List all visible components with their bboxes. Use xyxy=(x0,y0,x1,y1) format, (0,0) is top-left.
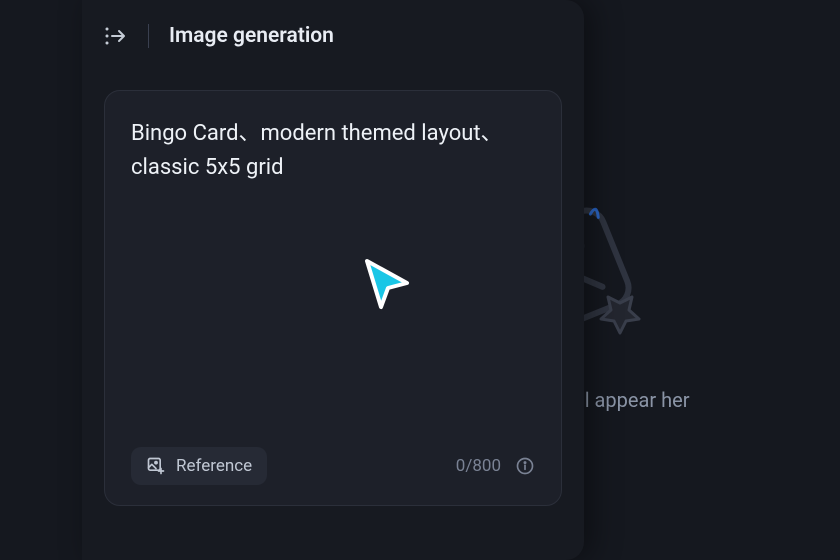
header-divider xyxy=(148,24,149,48)
generation-panel: Image generation Bingo Card、modern theme… xyxy=(82,0,584,560)
panel-header: Image generation xyxy=(82,0,584,66)
prompt-text[interactable]: Bingo Card、modern themed layout、classic … xyxy=(131,117,535,185)
info-icon[interactable] xyxy=(515,456,535,476)
image-add-icon xyxy=(146,456,166,476)
reference-button[interactable]: Reference xyxy=(131,447,267,485)
prompt-card[interactable]: Bingo Card、modern themed layout、classic … xyxy=(104,90,562,506)
panel-title: Image generation xyxy=(169,24,334,48)
char-count: 0/800 xyxy=(456,456,501,476)
reference-label: Reference xyxy=(176,456,252,476)
prompt-footer: Reference 0/800 xyxy=(131,447,535,485)
collapse-icon[interactable] xyxy=(104,24,128,48)
